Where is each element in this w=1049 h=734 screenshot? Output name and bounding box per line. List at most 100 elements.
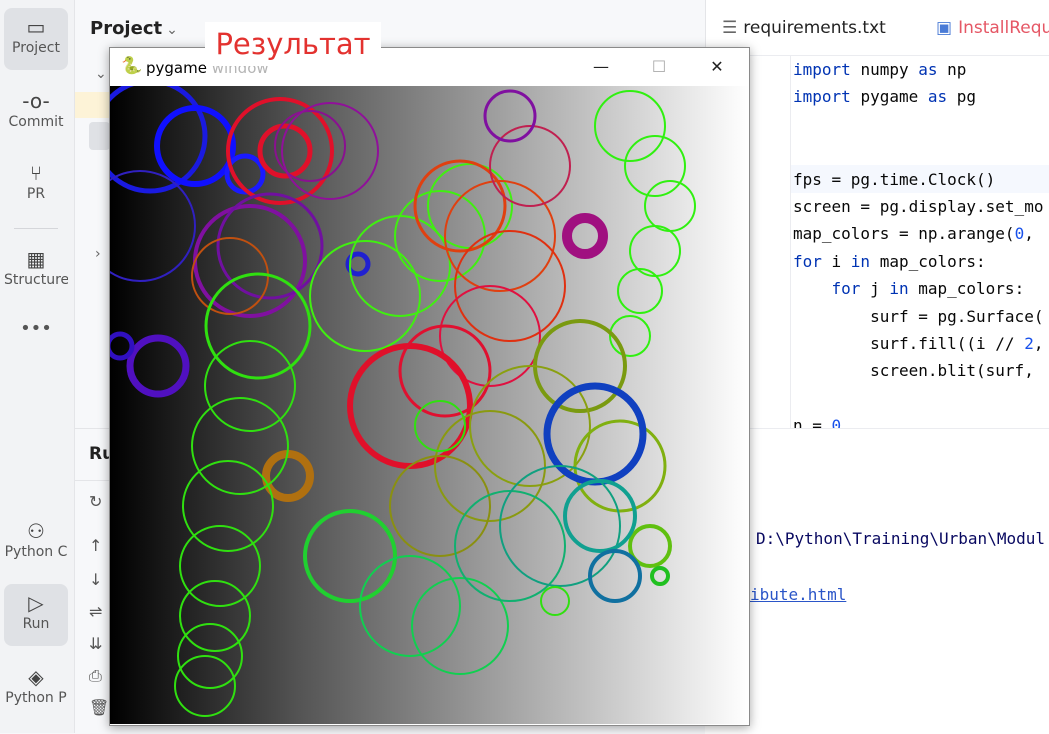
circle bbox=[588, 549, 642, 603]
sidebar-divider bbox=[14, 228, 58, 229]
code-line[interactable]: surf.fill((i // 2, bbox=[793, 330, 1043, 357]
circle bbox=[489, 125, 571, 207]
arrow-up-icon[interactable]: ↑ bbox=[89, 536, 102, 555]
code-token: map_colors = np.arange( bbox=[793, 224, 1015, 244]
tree-expand-icon[interactable]: ⌄ bbox=[95, 66, 107, 82]
project-tool-button[interactable]: ▭ Project bbox=[4, 8, 68, 70]
tab-install-requirements[interactable]: ▣ InstallRequ bbox=[936, 18, 1049, 38]
code-token: i bbox=[831, 251, 851, 271]
commit-icon: -o- bbox=[22, 89, 50, 113]
circle bbox=[126, 334, 190, 398]
python-packages-tool-button[interactable]: ◈ Python P bbox=[4, 664, 68, 706]
code-token: 0 bbox=[1014, 224, 1025, 244]
circle bbox=[303, 509, 397, 603]
code-token: , bbox=[1033, 333, 1044, 353]
close-button[interactable]: ✕ bbox=[694, 54, 740, 80]
code-line[interactable] bbox=[793, 385, 1043, 412]
code-token: pygame bbox=[860, 87, 928, 107]
circle bbox=[543, 382, 647, 486]
python-console-tool-button[interactable]: ⚇ Python C bbox=[4, 518, 68, 560]
rerun-icon[interactable]: ↻ bbox=[89, 492, 102, 511]
tree-row-selected[interactable] bbox=[75, 92, 110, 118]
circle bbox=[204, 340, 296, 432]
circle bbox=[174, 655, 236, 717]
project-title-text: Project bbox=[90, 18, 163, 39]
code-line[interactable]: screen.blit(surf, bbox=[793, 357, 1043, 384]
code-token: j bbox=[870, 279, 890, 299]
code-line[interactable]: import numpy as np bbox=[793, 56, 1043, 83]
code-token: import bbox=[793, 87, 861, 107]
scroll-to-end-icon[interactable]: ⇊ bbox=[89, 634, 102, 653]
run-tool-label: Run bbox=[22, 616, 50, 632]
code-line[interactable] bbox=[793, 138, 1043, 165]
result-label: Результат bbox=[205, 22, 381, 66]
console-path-line: D:\Python\Training\Urban\Modul bbox=[756, 529, 1045, 548]
project-panel-title[interactable]: Project ⌄ bbox=[90, 18, 178, 39]
pr-tool-button[interactable]: ⑂ PR bbox=[4, 160, 68, 202]
more-icon: ••• bbox=[20, 318, 52, 339]
commit-tool-button[interactable]: -o- Commit bbox=[4, 88, 68, 130]
pygame-logo-icon: 🐍 bbox=[121, 56, 143, 76]
code-token: map_colors: bbox=[879, 251, 986, 271]
code-line[interactable]: for i in map_colors: bbox=[793, 248, 1043, 275]
circle bbox=[359, 555, 461, 657]
circle bbox=[562, 213, 608, 259]
code-token: for bbox=[793, 251, 832, 271]
editor-tabs: ☰ requirements.txt ▣ InstallRequ bbox=[706, 0, 1049, 56]
circle bbox=[110, 331, 135, 361]
code-token: , bbox=[1024, 224, 1034, 244]
maximize-button[interactable]: ☐ bbox=[636, 54, 682, 80]
code-line[interactable]: map_colors = np.arange(0, bbox=[793, 220, 1043, 247]
structure-icon: ▦ bbox=[26, 247, 46, 271]
circle bbox=[179, 580, 251, 652]
code-line[interactable]: screen = pg.display.set_mo bbox=[793, 193, 1043, 220]
circle bbox=[191, 237, 269, 315]
code-lines[interactable]: import numpy as np import pygame as pg fp… bbox=[793, 56, 1043, 439]
code-token: 2 bbox=[1024, 333, 1034, 353]
code-token: import bbox=[793, 60, 861, 79]
code-token: as bbox=[918, 60, 948, 79]
trash-icon[interactable]: 🗑 bbox=[89, 698, 109, 717]
code-line[interactable]: fps = pg.time.Clock() bbox=[793, 166, 1043, 193]
code-token: fps = pg.time.Clock() bbox=[793, 169, 996, 189]
code-line[interactable]: import pygame as pg bbox=[793, 83, 1043, 110]
python-packages-icon: ◈ bbox=[28, 665, 44, 689]
chevron-right-icon[interactable]: › bbox=[95, 246, 101, 262]
code-token: in bbox=[850, 251, 880, 271]
more-tools-button[interactable]: ••• bbox=[4, 318, 68, 339]
minimize-button[interactable]: — bbox=[578, 54, 624, 80]
structure-tool-button[interactable]: ▦ Structure bbox=[4, 246, 68, 288]
tab-requirements-label: requirements.txt bbox=[743, 18, 886, 38]
pygame-window[interactable]: 🐍 pygame window — ☐ ✕ bbox=[109, 47, 750, 726]
circle bbox=[389, 455, 491, 557]
title-part: pygame bbox=[146, 59, 212, 77]
circle bbox=[226, 97, 334, 205]
chevron-down-icon: ⌄ bbox=[166, 22, 178, 38]
pr-tool-label: PR bbox=[26, 186, 46, 202]
python-packages-tool-label: Python P bbox=[5, 690, 67, 706]
tree-row-highlight[interactable] bbox=[89, 122, 110, 150]
console-link[interactable]: ibute.html bbox=[750, 585, 846, 604]
code-line[interactable]: for j in map_colors: bbox=[793, 275, 1043, 302]
code-line[interactable]: surf = pg.Surface( bbox=[793, 303, 1043, 330]
run-toolbar-divider bbox=[75, 480, 110, 481]
code-token: surf = pg.Surface( bbox=[793, 306, 1044, 326]
circle bbox=[644, 180, 696, 232]
arrow-down-icon[interactable]: ↓ bbox=[89, 570, 102, 589]
circle bbox=[540, 586, 570, 616]
soft-wrap-icon[interactable]: ⇌ bbox=[89, 602, 102, 621]
tab-requirements[interactable]: ☰ requirements.txt bbox=[722, 18, 886, 38]
run-console[interactable]: D:\Python\Training\Urban\Modul ibute.htm… bbox=[705, 428, 1049, 734]
pull-request-icon: ⑂ bbox=[30, 161, 42, 185]
code-token: for bbox=[831, 279, 871, 299]
circle bbox=[411, 577, 509, 675]
code-token: screen.blit(surf, bbox=[793, 361, 1034, 381]
code-line[interactable] bbox=[793, 111, 1043, 138]
pygame-canvas[interactable] bbox=[110, 86, 749, 724]
project-tool-label: Project bbox=[12, 40, 60, 56]
print-icon[interactable]: ⎙ bbox=[89, 666, 102, 686]
circle bbox=[573, 419, 667, 513]
python-console-icon: ⚇ bbox=[27, 519, 45, 543]
run-tool-button[interactable]: ▷ Run bbox=[4, 584, 68, 646]
